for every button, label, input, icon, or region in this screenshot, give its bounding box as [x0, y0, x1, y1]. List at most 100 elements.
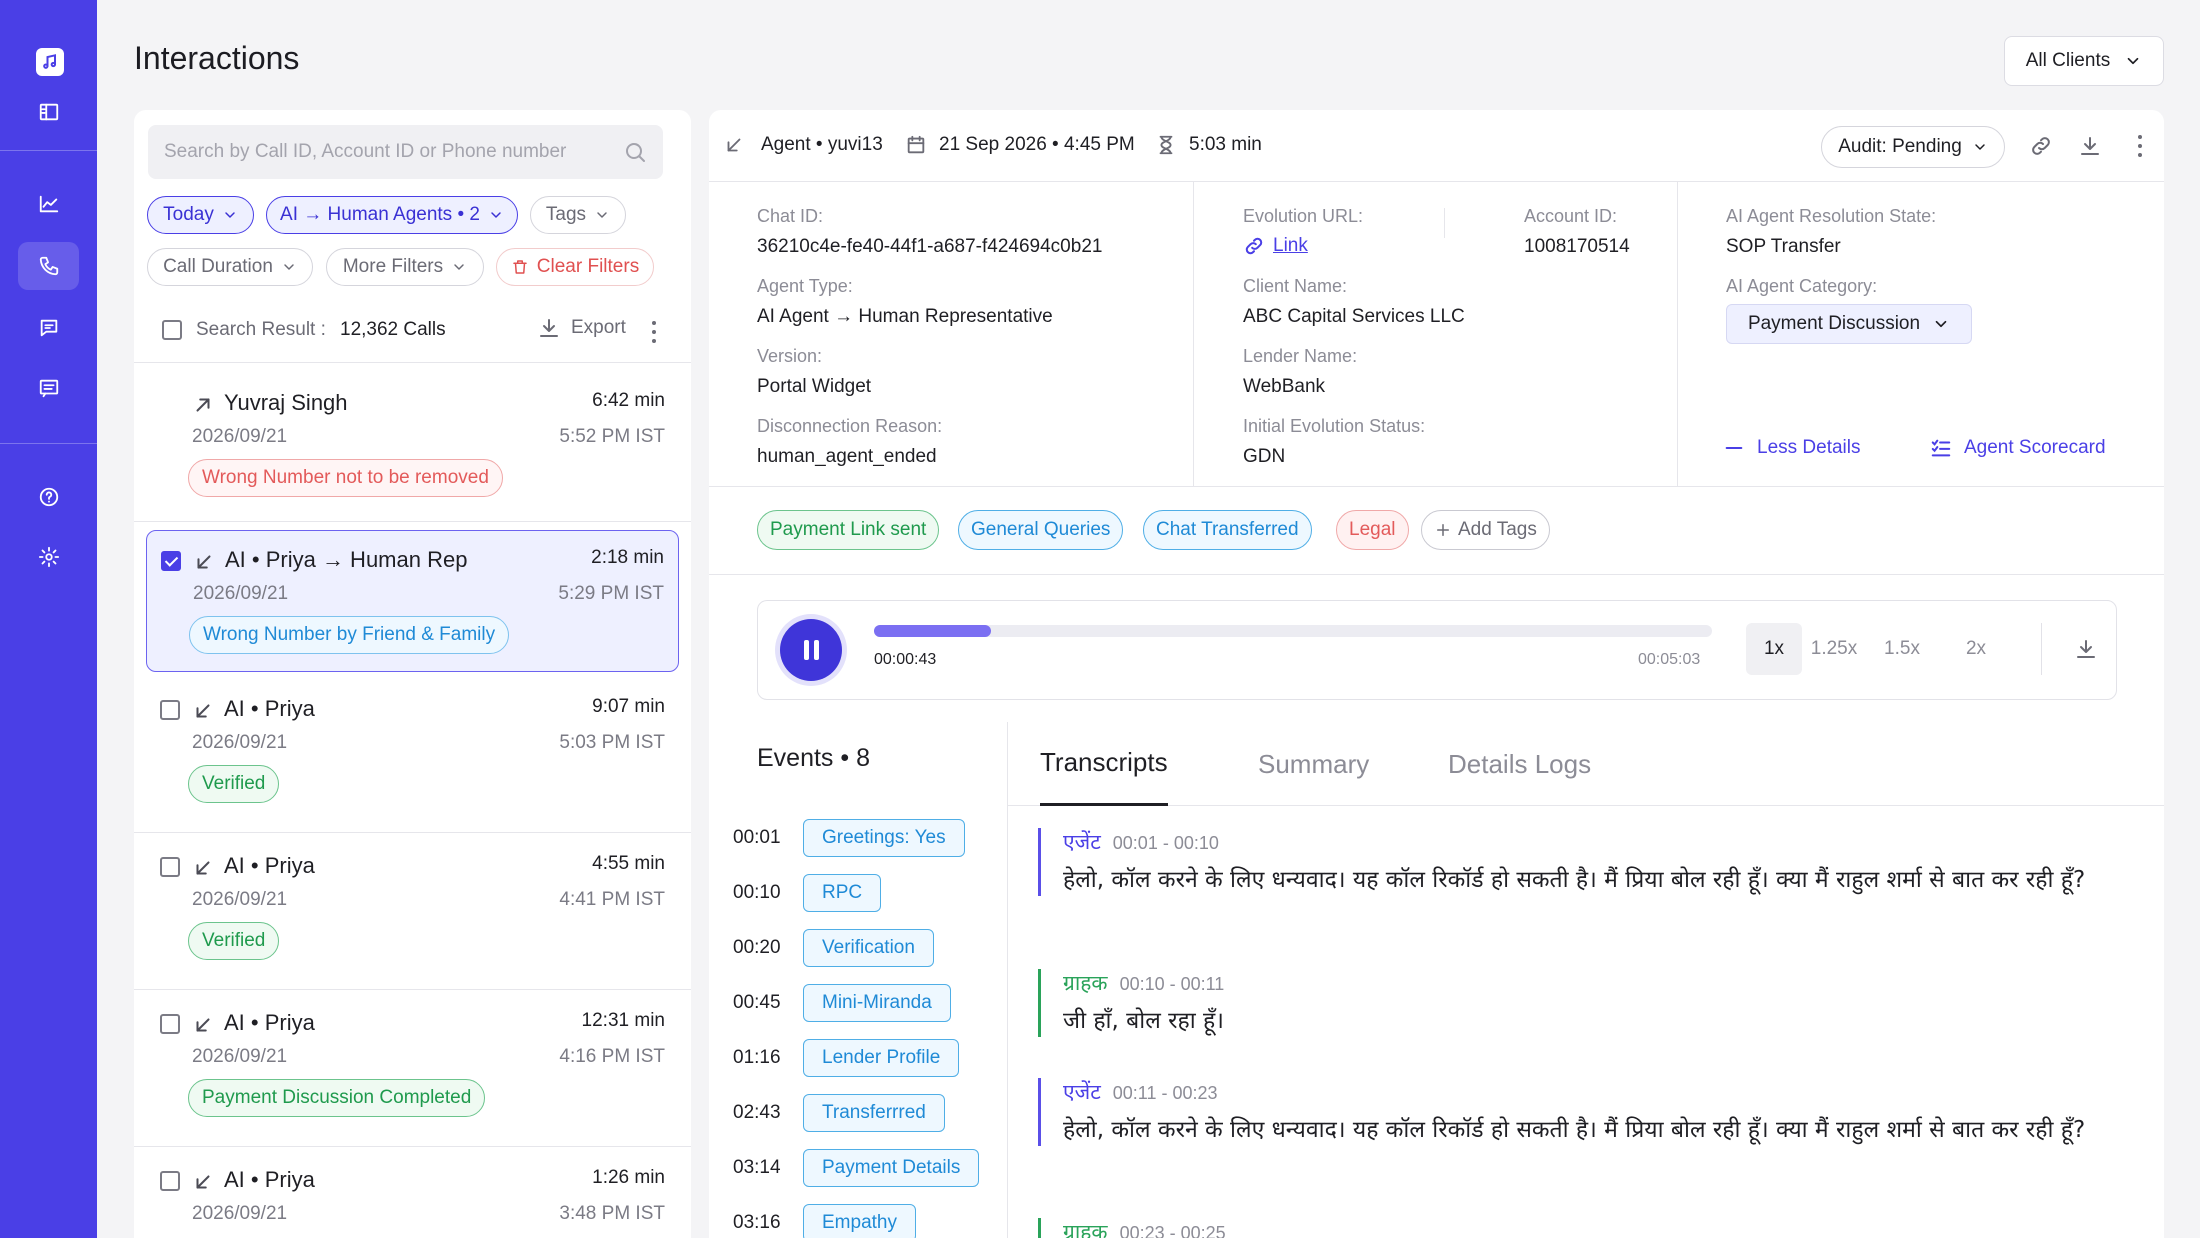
calls-list-panel: Today AI → Human Agents • 2 Tags Call Du… [134, 110, 691, 1238]
call-length: 5:03 min [1155, 134, 1262, 156]
audit-status-dropdown[interactable]: Audit: Pending [1821, 126, 2005, 168]
tab-details-logs[interactable]: Details Logs [1448, 722, 1591, 806]
list-divider [134, 989, 691, 990]
event-time: 02:43 [733, 1102, 781, 1123]
call-checkbox[interactable] [160, 700, 180, 720]
call-tag-chat-transferred[interactable]: Chat Transferred [1143, 510, 1312, 550]
event-item[interactable]: 00:10 RPC [733, 873, 882, 913]
tab-summary[interactable]: Summary [1258, 722, 1369, 806]
speaker-label: एजेंट [1063, 1081, 1101, 1104]
link-icon [1245, 237, 1263, 255]
inbound-arrow-icon [727, 138, 741, 152]
sidebar-divider [0, 150, 97, 151]
event-label: Transferrred [803, 1094, 945, 1132]
add-tags-label: Add Tags [1458, 519, 1537, 540]
layout-icon[interactable] [18, 88, 79, 136]
speed-2x[interactable]: 2x [1948, 623, 2004, 675]
search-input[interactable] [164, 141, 623, 163]
agent-category-dropdown[interactable]: Payment Discussion [1726, 304, 1972, 344]
event-item[interactable]: 00:01 Greetings: Yes [733, 818, 965, 858]
calendar-icon [907, 135, 925, 154]
speed-1-25x[interactable]: 1.25x [1802, 623, 1866, 675]
call-list-item-selected[interactable]: AI • Priya → Human Rep 2:18 min 2026/09/… [146, 530, 679, 672]
list-more-icon[interactable] [651, 321, 657, 343]
minus-icon [1725, 446, 1743, 450]
call-list-item[interactable]: AI • Priya 4:55 min 2026/09/21 4:41 PM I… [146, 837, 679, 979]
call-time: 5:52 PM IST [559, 426, 665, 447]
message-icon[interactable] [18, 364, 79, 412]
download-icon [540, 319, 558, 337]
filter-tags[interactable]: Tags [530, 196, 626, 234]
more-options-icon[interactable] [2137, 135, 2143, 157]
call-duration: 4:55 min [592, 853, 665, 874]
message-time-range: 00:23 - 00:25 [1119, 1223, 1226, 1238]
call-detail-panel: Agent • yuvi13 21 Sep 2026 • 4:45 PM 5:0… [709, 110, 2164, 1238]
export-button[interactable]: Export [537, 316, 626, 340]
progress-track[interactable] [874, 625, 1712, 637]
chevron-down-icon [1935, 320, 1947, 328]
call-checkbox[interactable] [160, 1171, 180, 1191]
less-details-button[interactable]: Less Details [1723, 437, 1861, 459]
disconnection-reason-value: human_agent_ended [757, 446, 937, 467]
call-name: AI • Priya → Human Rep [225, 547, 468, 572]
event-item[interactable]: 03:14 Payment Details [733, 1148, 980, 1188]
filter-ai-human[interactable]: AI → Human Agents • 2 [266, 196, 518, 234]
chat-icon[interactable] [18, 304, 79, 352]
event-item[interactable]: 01:16 Lender Profile [733, 1038, 960, 1078]
call-checkbox[interactable] [160, 857, 180, 877]
select-all-checkbox[interactable] [162, 320, 182, 340]
client-selector[interactable]: All Clients [2004, 36, 2164, 86]
download-icon[interactable] [2078, 134, 2102, 158]
chevron-down-icon [225, 212, 235, 218]
chat-id-value: 36210c4e-fe40-44f1-a687-f424694c0b21 [757, 236, 1103, 257]
filter-call-duration[interactable]: Call Duration [147, 248, 313, 286]
phone-icon[interactable] [18, 242, 79, 290]
call-tag-general-queries[interactable]: General Queries [958, 510, 1124, 550]
chart-icon[interactable] [18, 180, 79, 228]
search-box[interactable] [148, 125, 663, 179]
chevron-down-icon [491, 212, 501, 218]
call-duration: 1:26 min [592, 1167, 665, 1188]
call-name: AI • Priya [224, 1167, 315, 1192]
call-date: 2026/09/21 [193, 583, 289, 604]
event-item[interactable]: 00:20 Verification [733, 928, 934, 968]
clear-filters-button[interactable]: Clear Filters [496, 248, 654, 286]
event-item[interactable]: 03:16 Empathy [733, 1203, 916, 1238]
client-selector-label: All Clients [2025, 50, 2111, 71]
call-checkbox[interactable] [160, 1014, 180, 1034]
tab-transcripts[interactable]: Transcripts [1040, 722, 1168, 806]
detail-tabs: Transcripts Summary Details Logs [1008, 722, 2164, 806]
resolution-state-label: AI Agent Resolution State: [1726, 206, 1937, 226]
call-tag-legal[interactable]: Legal [1336, 510, 1409, 550]
call-checkbox[interactable] [161, 551, 181, 571]
filter-ai-human-label: AI → Human Agents • 2 [280, 204, 480, 225]
event-time: 00:10 [733, 882, 781, 903]
call-tag-payment-link[interactable]: Payment Link sent [757, 510, 940, 550]
event-item[interactable]: 00:45 Mini-Miranda [733, 983, 951, 1023]
search-icon[interactable] [623, 140, 647, 164]
settings-icon[interactable] [18, 533, 79, 581]
call-list-item[interactable]: AI • Priya 12:31 min 2026/09/21 4:16 PM … [146, 994, 679, 1136]
filter-today[interactable]: Today [147, 196, 254, 234]
call-tag: Wrong Number not to be removed [188, 459, 503, 497]
call-list-item[interactable]: Yuvraj Singh 6:42 min 2026/09/21 5:52 PM… [146, 374, 679, 516]
current-time: 00:00:43 [874, 651, 937, 668]
event-item[interactable]: 02:43 Transferrred [733, 1093, 945, 1133]
app-logo-icon[interactable] [36, 48, 64, 76]
download-icon[interactable] [2074, 637, 2098, 661]
account-id-label: Account ID: [1524, 206, 1618, 226]
call-list-item[interactable]: AI • Priya 9:07 min 2026/09/21 5:03 PM I… [146, 680, 679, 822]
speed-1-5x[interactable]: 1.5x [1874, 623, 1930, 675]
speaker-label: एजेंट [1063, 831, 1101, 854]
add-tags-button[interactable]: Add Tags [1421, 510, 1550, 550]
evolution-url-link[interactable]: Link [1243, 235, 1308, 257]
agent-scorecard-button[interactable]: Agent Scorecard [1930, 437, 2106, 459]
speaker-label: ग्राहक [1063, 972, 1108, 995]
filter-more[interactable]: More Filters [326, 248, 484, 286]
call-list-item[interactable]: AI • Priya 1:26 min 2026/09/21 3:48 PM I… [146, 1151, 679, 1238]
help-icon[interactable] [18, 473, 79, 521]
link-icon[interactable] [2029, 134, 2053, 158]
inbound-arrow-icon [196, 861, 210, 875]
pause-button[interactable] [780, 619, 842, 681]
speed-1x[interactable]: 1x [1746, 623, 1802, 675]
